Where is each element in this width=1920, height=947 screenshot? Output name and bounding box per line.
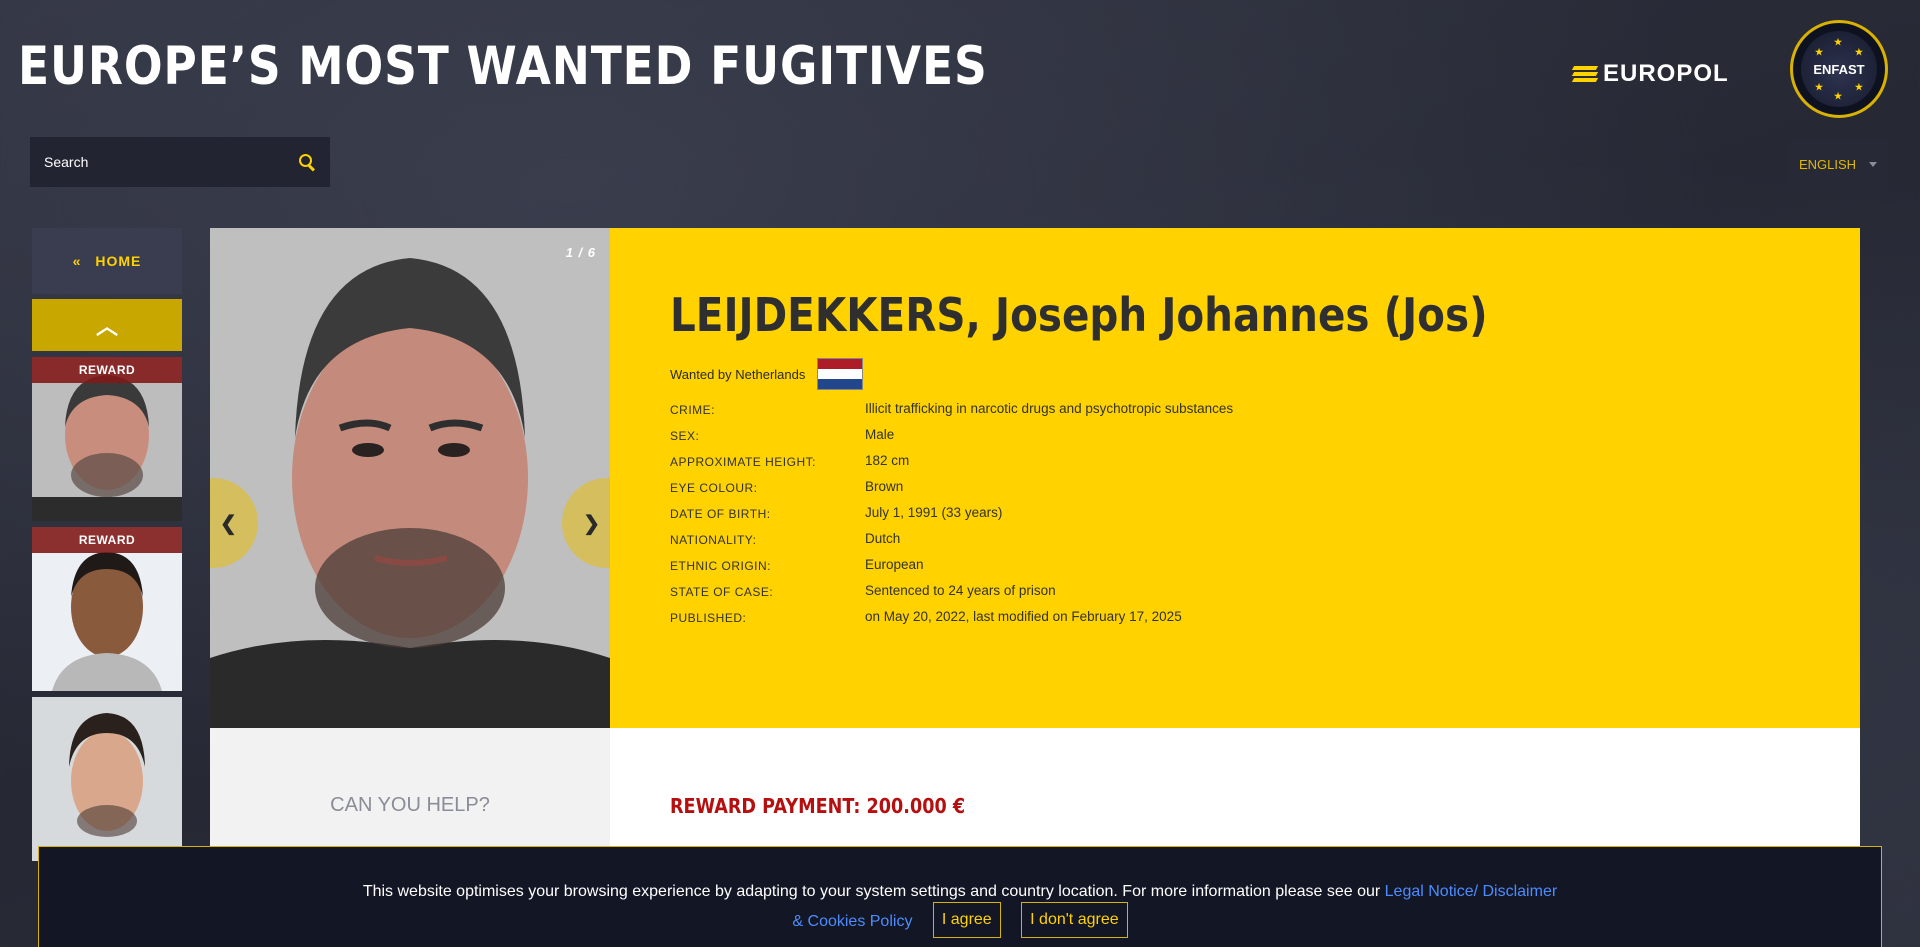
fugitive-photo-thumb [32, 697, 182, 861]
fugitive-details: CRIME: Illicit trafficking in narcotic dr… [670, 395, 1233, 629]
sidebar: « HOME ︿ REWARD REWARD [32, 228, 182, 861]
reward-badge: REWARD [32, 357, 182, 383]
detail-value: European [865, 556, 924, 572]
wanted-by: Wanted by Netherlands [670, 358, 864, 390]
detail-row: NATIONALITY: Dutch [670, 525, 1233, 551]
detail-label: ETHNIC ORIGIN: [670, 559, 772, 573]
language-select[interactable]: ENGLISH [1787, 140, 1889, 188]
enfast-logo-text: ENFAST [1813, 61, 1865, 77]
chevron-down-icon [1869, 161, 1877, 167]
fugitive-photo-gallery: 1 / 6 ❮ ❯ [210, 228, 610, 728]
detail-label: SEX: [670, 429, 700, 443]
fugitive-photo [210, 228, 610, 728]
fugitive-thumbnail[interactable] [32, 697, 182, 861]
cookie-message: This website optimises your browsing exp… [360, 879, 1560, 947]
detail-row: DATE OF BIRTH: July 1, 1991 (33 years) [670, 499, 1233, 525]
reward-payment: REWARD PAYMENT: 200.000 € [670, 794, 966, 818]
star-icon: ★ [1854, 47, 1863, 57]
photo-counter: 1 / 6 [565, 245, 596, 260]
detail-value: Illicit trafficking in narcotic drugs an… [865, 400, 1234, 416]
search-icon[interactable] [298, 153, 316, 171]
detail-value: on May 20, 2022, last modified on Februa… [865, 608, 1182, 624]
page-title: EUROPE’S MOST WANTED FUGITIVES [18, 36, 988, 97]
detail-label: NATIONALITY: [670, 533, 757, 547]
detail-row: EYE COLOUR: Brown [670, 473, 1233, 499]
detail-row: SEX: Male [670, 421, 1233, 447]
europol-logo-text: EUROPOL [1603, 60, 1729, 87]
search-bar [30, 137, 330, 187]
fugitive-thumbnail[interactable]: REWARD [32, 357, 182, 521]
enfast-emblem: ★ ★ ★ ★ ★ ★ ENFAST [1801, 31, 1877, 107]
chevron-right-icon: ❯ [583, 512, 600, 535]
detail-value: July 1, 1991 (33 years) [865, 504, 1003, 520]
netherlands-flag-icon [817, 358, 864, 390]
detail-row: APPROXIMATE HEIGHT: 182 cm [670, 447, 1233, 473]
fugitive-thumbnail[interactable]: REWARD [32, 527, 182, 691]
detail-value: Male [865, 426, 895, 442]
europol-logo[interactable]: EUROPOL [1571, 60, 1729, 88]
detail-row: STATE OF CASE: Sentenced to 24 years of p… [670, 577, 1233, 603]
fugitive-info-panel: LEIJDEKKERS, Joseph Johannes (Jos) Wante… [610, 228, 1860, 728]
chevron-up-icon: ︿ [95, 314, 118, 339]
detail-label: EYE COLOUR: [670, 481, 758, 495]
detail-label: CRIME: [670, 403, 715, 417]
detail-row: CRIME: Illicit trafficking in narcotic dr… [670, 395, 1233, 421]
cookie-banner: This website optimises your browsing exp… [38, 846, 1882, 947]
home-label: HOME [95, 253, 142, 269]
star-icon: ★ [1854, 82, 1863, 92]
wanted-by-label: Wanted by Netherlands [670, 366, 806, 382]
detail-label: DATE OF BIRTH: [670, 507, 771, 521]
language-selected-label: ENGLISH [1799, 156, 1857, 172]
chevron-left-icon: ❮ [220, 512, 237, 535]
home-button[interactable]: « HOME [32, 228, 182, 294]
europol-mark-icon [1571, 65, 1599, 83]
star-icon: ★ [1815, 47, 1824, 57]
star-icon: ★ [1815, 82, 1824, 92]
star-icon: ★ [1834, 37, 1843, 47]
detail-row: PUBLISHED: on May 20, 2022, last modified… [670, 603, 1233, 629]
detail-label: PUBLISHED: [670, 611, 747, 625]
enfast-logo[interactable]: ★ ★ ★ ★ ★ ★ ENFAST [1790, 20, 1888, 118]
fugitive-name: LEIJDEKKERS, Joseph Johannes (Jos) [670, 288, 1488, 342]
can-you-help-title: CAN YOU HELP? [330, 794, 490, 816]
detail-value: Sentenced to 24 years of prison [865, 582, 1056, 598]
detail-label: APPROXIMATE HEIGHT: [670, 455, 816, 469]
detail-row: ETHNIC ORIGIN: European [670, 551, 1233, 577]
cookie-text: This website optimises your browsing exp… [362, 883, 1381, 900]
disagree-button[interactable]: I don't agree [1021, 902, 1128, 938]
detail-value: Brown [865, 478, 904, 494]
detail-label: STATE OF CASE: [670, 585, 774, 599]
scroll-up-button[interactable]: ︿ [32, 299, 182, 351]
agree-button[interactable]: I agree [932, 902, 1001, 938]
reward-badge: REWARD [32, 527, 182, 553]
star-icon: ★ [1834, 91, 1843, 101]
detail-value: 182 cm [865, 452, 910, 468]
search-input[interactable] [44, 154, 298, 170]
double-chevron-left-icon: « [72, 253, 82, 269]
detail-value: Dutch [865, 530, 901, 546]
